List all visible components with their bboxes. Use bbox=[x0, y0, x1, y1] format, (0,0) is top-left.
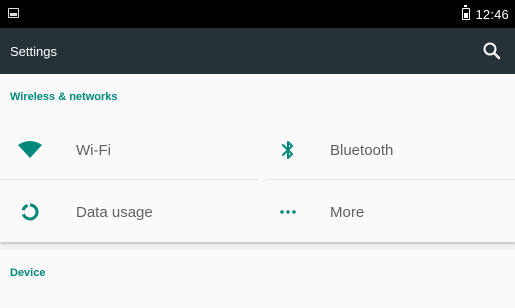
tile-divider bbox=[0, 179, 258, 180]
tile-label-wifi: Wi-Fi bbox=[76, 141, 111, 159]
status-time: 12:46 bbox=[475, 6, 509, 22]
tile-wifi[interactable]: Wi-Fi bbox=[0, 122, 258, 178]
device-section: Device bbox=[0, 250, 515, 308]
search-button[interactable] bbox=[481, 40, 503, 62]
settings-screen: 12:46 Settings Wireless & networks Wi-Fi bbox=[0, 0, 515, 308]
notification-icon bbox=[8, 8, 19, 18]
section-header-device: Device bbox=[10, 267, 46, 279]
tile-label-bluetooth: Bluetooth bbox=[330, 141, 394, 159]
section-header-wireless: Wireless & networks bbox=[10, 91, 118, 103]
tile-label-data-usage: Data usage bbox=[76, 203, 153, 221]
status-indicators: 12:46 bbox=[462, 5, 509, 23]
data-usage-icon bbox=[0, 184, 60, 240]
bluetooth-icon bbox=[258, 122, 318, 178]
app-bar: Settings bbox=[0, 28, 515, 74]
tile-bluetooth[interactable]: Bluetooth bbox=[258, 122, 515, 178]
tile-data-usage[interactable]: Data usage bbox=[0, 184, 258, 240]
tile-more[interactable]: More bbox=[258, 184, 515, 240]
wifi-icon bbox=[0, 122, 60, 178]
status-bar: 12:46 bbox=[0, 0, 515, 28]
tile-divider bbox=[266, 179, 515, 180]
battery-icon bbox=[462, 5, 471, 20]
more-icon bbox=[258, 184, 318, 240]
tile-label-more: More bbox=[330, 203, 365, 221]
search-icon bbox=[483, 42, 501, 60]
wireless-networks-section: Wireless & networks Wi-Fi Bluetooth Data… bbox=[0, 74, 515, 242]
page-title: Settings bbox=[10, 44, 57, 59]
